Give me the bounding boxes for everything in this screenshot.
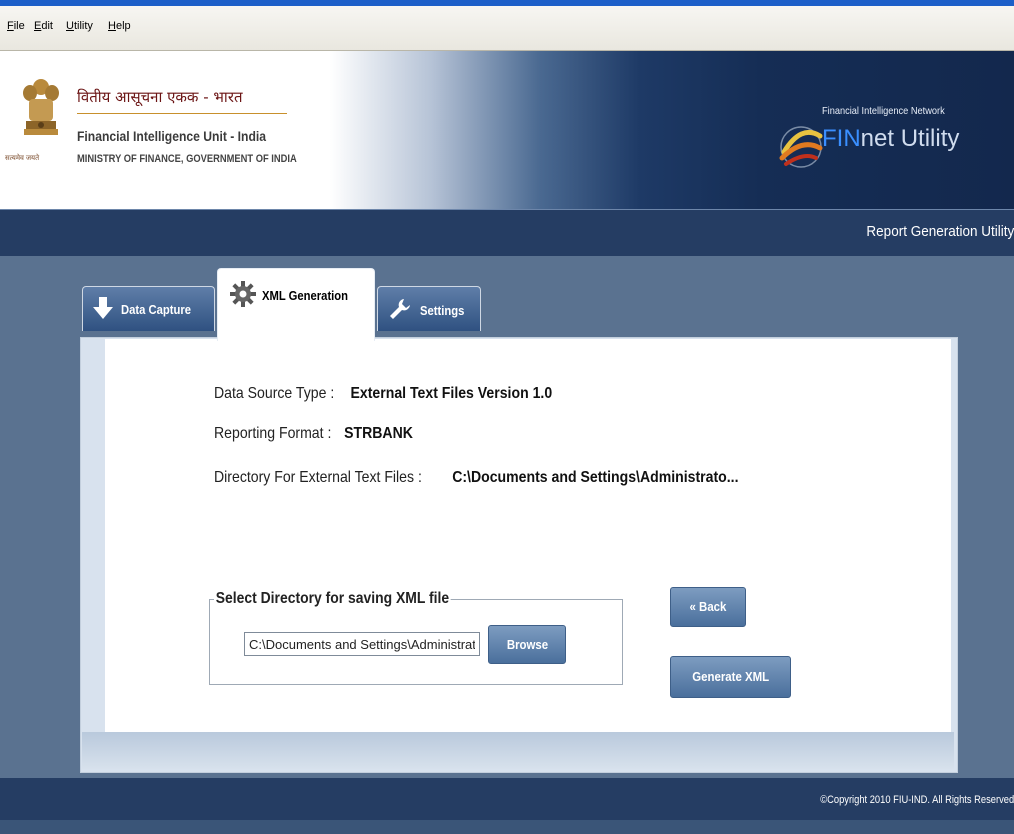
footer-edge: [0, 820, 1014, 834]
menu-bar: File Edit Utility Help: [0, 6, 1014, 51]
emblem-caption: सत्यमेव जयते: [5, 155, 40, 162]
utility-title-bar: Report Generation Utility: [0, 209, 1014, 256]
directory-label: Directory For External Text Files :: [214, 469, 422, 486]
footer-bar: ©Copyright 2010 FIU-IND. All Rights Rese…: [0, 778, 1014, 820]
menu-utility[interactable]: Utility: [66, 20, 93, 32]
data-source-label: Data Source Type :: [214, 385, 335, 402]
tab-data-capture[interactable]: Data Capture: [82, 286, 215, 331]
save-directory-legend: Select Directory for saving XML file: [214, 590, 451, 608]
generate-xml-button[interactable]: Generate XML: [670, 656, 791, 698]
menu-file[interactable]: File: [7, 20, 25, 32]
back-button[interactable]: « Back: [670, 587, 746, 627]
network-subtitle: Financial Intelligence Network: [822, 105, 945, 117]
organization-name: Financial Intelligence Unit - India: [77, 129, 267, 144]
hindi-title: वितीय आसूचना एकक - भारत: [77, 88, 243, 106]
tab-settings[interactable]: Settings: [377, 286, 481, 331]
utility-title: Report Generation Utility: [866, 223, 1014, 240]
data-source-row: Data Source Type : External Text Files V…: [214, 385, 552, 403]
menu-edit[interactable]: Edit: [34, 20, 53, 32]
directory-value: C:\Documents and Settings\Administrato..…: [452, 469, 739, 486]
reporting-format-value: STRBANK: [344, 425, 413, 442]
reporting-format-label: Reporting Format :: [214, 425, 332, 442]
ministry-name: MINISTRY OF FINANCE, GOVERNMENT OF INDIA: [77, 153, 297, 165]
menu-help[interactable]: Help: [108, 20, 131, 32]
down-arrow-icon: [93, 297, 113, 319]
national-emblem-icon: [23, 79, 59, 135]
copyright-text: ©Copyright 2010 FIU-IND. All Rights Rese…: [820, 794, 1014, 806]
tab-xml-generation[interactable]: XML Generation: [217, 268, 375, 341]
wrench-icon: [390, 299, 410, 319]
data-source-value: External Text Files Version 1.0: [350, 385, 553, 402]
directory-row: Directory For External Text Files : C:\D…: [214, 469, 739, 487]
reporting-format-row: Reporting Format : STRBANK: [214, 425, 413, 443]
browse-button[interactable]: Browse: [488, 625, 566, 664]
app-header: सत्यमेव जयते वितीय आसूचना एकक - भारत Fin…: [0, 51, 1014, 209]
finnet-globe-icon: [779, 126, 823, 168]
product-title: FINnet Utility: [822, 125, 960, 152]
title-underline: [77, 113, 287, 114]
gear-icon: [230, 281, 256, 307]
save-path-input[interactable]: [244, 632, 480, 656]
panel-footer-shade: [82, 732, 954, 769]
